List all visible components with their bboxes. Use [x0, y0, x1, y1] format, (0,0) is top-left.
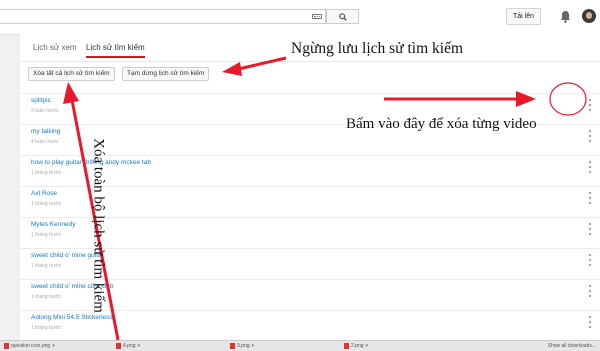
- history-item-time: 1 tháng trước: [31, 170, 62, 176]
- history-item-time: 1 tháng trước: [31, 325, 62, 331]
- more-options-icon[interactable]: [587, 316, 592, 328]
- annotation-delete-each-note: Bấm vào đây để xóa từng video: [346, 116, 537, 132]
- keyboard-icon[interactable]: [312, 14, 322, 19]
- history-item-title[interactable]: splitpic: [31, 97, 51, 104]
- list-item[interactable]: sweet child o' mine guitar 1 tháng trước: [20, 248, 600, 279]
- download-bar: question icon.png ▾ 4.png ▾ 3.png ▾ 2.png ▾ …: [0, 340, 600, 351]
- file-icon: [116, 342, 121, 349]
- list-item[interactable]: sweet child o' mine cifra club 1 tháng t…: [20, 279, 600, 310]
- bell-icon[interactable]: [560, 10, 571, 23]
- search-icon: [338, 12, 347, 21]
- more-options-icon[interactable]: [587, 192, 592, 204]
- more-options-icon[interactable]: [587, 254, 592, 266]
- avatar[interactable]: [582, 9, 596, 23]
- chevron-down-icon[interactable]: ▾: [252, 343, 255, 349]
- chevron-down-icon[interactable]: ▾: [138, 343, 141, 349]
- history-item-time: 1 tháng trước: [31, 263, 62, 269]
- annotation-pause-note: Ngừng lưu lịch sử tìm kiếm: [291, 40, 464, 57]
- more-options-icon[interactable]: [587, 130, 592, 142]
- chevron-down-icon[interactable]: ▾: [366, 343, 369, 349]
- file-icon: [230, 342, 235, 349]
- search-input[interactable]: [0, 9, 326, 24]
- more-options-icon[interactable]: [587, 99, 592, 111]
- list-item[interactable]: Axl Rose 1 tháng trước: [20, 186, 600, 217]
- history-item-time: 1 tháng trước: [31, 232, 62, 238]
- history-card: Lịch sử xem Lịch sử tìm kiếm Xóa tất cả …: [20, 34, 600, 340]
- top-bar: Tải lên: [0, 0, 600, 35]
- list-item[interactable]: Myles Kennedy 1 tháng trước: [20, 217, 600, 248]
- tab-search-history[interactable]: Lịch sử tìm kiếm: [86, 43, 145, 58]
- history-item-title[interactable]: Axl Rose: [31, 190, 57, 197]
- clear-all-search-history-button[interactable]: Xóa tất cả lịch sử tìm kiếm: [28, 67, 115, 81]
- history-item-title[interactable]: my talking: [31, 128, 60, 135]
- file-icon: [344, 342, 349, 349]
- pause-search-history-button[interactable]: Tạm dừng lịch sử tìm kiếm: [122, 67, 210, 81]
- tab-watch-history[interactable]: Lịch sử xem: [33, 43, 77, 56]
- history-item-time: 2 tuần trước: [31, 108, 59, 114]
- tab-divider: [20, 61, 600, 62]
- history-item-time: 4 tuần trước: [31, 139, 59, 145]
- file-icon: [4, 342, 9, 349]
- chevron-down-icon[interactable]: ▾: [52, 343, 55, 349]
- more-options-icon[interactable]: [587, 285, 592, 297]
- upload-button[interactable]: Tải lên: [506, 8, 541, 25]
- annotation-clear-all-note: Xóa toàn bộ lịch sử tìm kiếm: [90, 138, 107, 313]
- more-options-icon[interactable]: [587, 223, 592, 235]
- search-button[interactable]: [326, 9, 359, 24]
- list-item[interactable]: Aolong Mini 54.5 Stickerless 1 tháng trư…: [20, 310, 600, 341]
- list-item[interactable]: how to play guitar drifting andy mckee t…: [20, 155, 600, 186]
- history-item-time: 1 tháng trước: [31, 201, 62, 207]
- history-item-time: 1 tháng trước: [31, 294, 62, 300]
- history-item-title[interactable]: Myles Kennedy: [31, 221, 75, 228]
- more-options-icon[interactable]: [587, 161, 592, 173]
